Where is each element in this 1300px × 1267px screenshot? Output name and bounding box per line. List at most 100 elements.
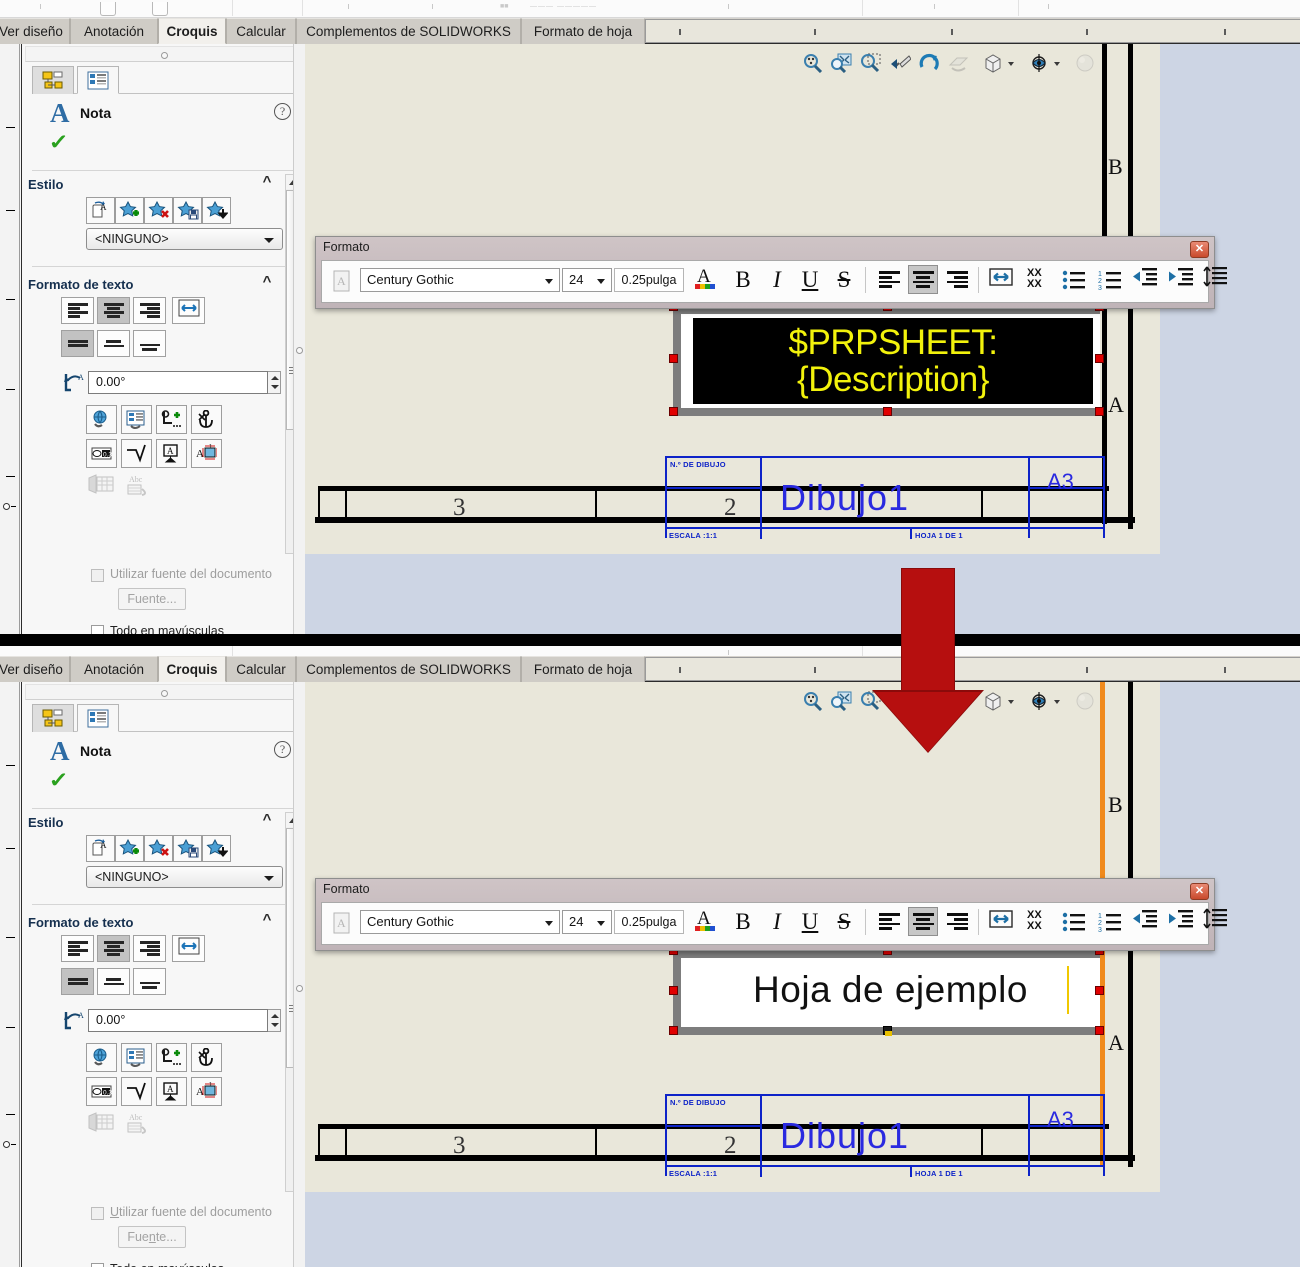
font-color-button-top[interactable]: A	[692, 265, 722, 294]
tab-calcular[interactable]: Calcular	[226, 18, 296, 44]
chevron-down-icon-display[interactable]	[1054, 62, 1060, 66]
tab-anotacion-b[interactable]: Anotación	[70, 656, 158, 682]
tab-anotacion[interactable]: Anotación	[70, 18, 158, 44]
note-handle-ml-b[interactable]	[669, 986, 678, 995]
decrease-indent-button-top[interactable]	[1130, 265, 1160, 294]
chevron-down-icon-view[interactable]	[1008, 62, 1014, 66]
format-toolbar-window-top[interactable]: Formato ✕ A Century Gothic 24 0.25pulga …	[315, 236, 1227, 309]
tab-formato-hoja[interactable]: Formato de hoja	[521, 18, 645, 44]
question-mark-icon[interactable]: ?	[274, 103, 291, 120]
align-right-button[interactable]	[133, 297, 166, 324]
lock-note-button[interactable]	[191, 405, 222, 434]
geometric-tolerance-button-b[interactable]: A1	[191, 1077, 222, 1106]
close-x-icon-bottom[interactable]: ✕	[1190, 883, 1209, 900]
bold-button-top[interactable]: B	[728, 265, 758, 294]
insert-hyperlink-button[interactable]	[86, 405, 117, 434]
align-center-button-bottom[interactable]	[908, 907, 938, 936]
align-middle-button[interactable]	[97, 330, 130, 357]
ribbon-glyph-b[interactable]	[152, 2, 168, 16]
property-manager-tab[interactable]	[77, 66, 119, 94]
bullet-list-button-top[interactable]	[1058, 265, 1088, 294]
collapse-formato-texto-icon[interactable]	[260, 277, 274, 289]
font-family-select-bottom[interactable]: Century Gothic	[360, 910, 560, 934]
note-edit-box-bottom[interactable]: Hoja de ejemplo	[669, 946, 1104, 1036]
stacked-text-button-bottom[interactable]: XX XX	[1022, 907, 1052, 936]
font-button-b[interactable]: Fuente...	[118, 1226, 186, 1248]
magnifier-arrows-icon-b[interactable]	[829, 688, 855, 714]
angle-input-b[interactable]: 0.00°	[88, 1009, 268, 1032]
sphere-icon-b[interactable]	[1072, 688, 1098, 714]
align-bottom-button-b[interactable]	[133, 968, 166, 995]
green-check-icon[interactable]: ✓	[49, 132, 69, 153]
font-height-field-bottom[interactable]: 0.25pulga	[614, 910, 684, 934]
geometric-tolerance-button[interactable]: A1	[191, 439, 222, 468]
italic-button-top[interactable]: I	[762, 265, 792, 294]
delete-style-button[interactable]	[144, 197, 173, 224]
note-edit-box-top[interactable]: $PRPSHEET:{Description}	[669, 302, 1104, 416]
splitter-handle-dot[interactable]	[296, 347, 303, 354]
property-manager-tab-b[interactable]	[77, 704, 119, 732]
add-style-button-b[interactable]	[115, 835, 144, 862]
note-handle-bc[interactable]	[883, 407, 892, 416]
align-top-button-b[interactable]	[61, 968, 94, 995]
surface-finish-button-b[interactable]	[121, 1077, 152, 1106]
chevron-down-icon-display-b[interactable]	[1054, 700, 1060, 704]
align-bottom-button[interactable]	[133, 330, 166, 357]
decrease-indent-button-bottom[interactable]	[1130, 907, 1160, 936]
align-right-button-bottom[interactable]	[942, 907, 972, 936]
sphere-icon[interactable]	[1072, 50, 1098, 76]
panel-pin-icon[interactable]	[160, 52, 168, 59]
add-symbol-button-b[interactable]	[156, 1043, 187, 1072]
surface-finish-button[interactable]	[121, 439, 152, 468]
all-uppercase-checkbox-b[interactable]	[91, 1263, 104, 1267]
increase-indent-button-top[interactable]	[1166, 265, 1196, 294]
all-uppercase-checkbox[interactable]	[91, 625, 104, 634]
tab-croquis-b[interactable]: Croquis	[158, 656, 226, 682]
font-family-select-top[interactable]: Century Gothic	[360, 268, 560, 292]
align-middle-button-b[interactable]	[97, 968, 130, 995]
format-toolbar-window-bottom[interactable]: Formato ✕ A Century Gothic 24 0.25pulga …	[315, 878, 1227, 951]
increase-indent-button-bottom[interactable]	[1166, 907, 1196, 936]
line-spacing-button-bottom[interactable]	[1200, 907, 1230, 936]
datum-feature-button-b[interactable]: A	[156, 1077, 187, 1106]
eye-icon[interactable]	[1026, 50, 1052, 76]
note-handle-bl-b[interactable]	[669, 1026, 678, 1035]
panel-splitter-bottom[interactable]	[293, 682, 305, 1267]
add-symbol-button[interactable]	[156, 405, 187, 434]
angle-stepper[interactable]	[268, 371, 281, 394]
lock-note-button-b[interactable]	[191, 1043, 222, 1072]
collapse-estilo-icon[interactable]	[260, 177, 274, 189]
insert-shape-button[interactable]: 0.3	[86, 439, 117, 468]
feature-manager-tab[interactable]	[32, 66, 74, 94]
collapse-estilo-icon-b[interactable]	[260, 815, 274, 827]
note-handle-mr[interactable]	[1095, 354, 1104, 363]
fit-width-button[interactable]	[172, 297, 205, 324]
splitter-handle-dot-b[interactable]	[296, 985, 303, 992]
underline-button-bottom[interactable]: U	[795, 907, 825, 936]
font-size-select-top[interactable]: 24	[562, 268, 612, 292]
add-style-button[interactable]	[115, 197, 144, 224]
link-to-property-button-b[interactable]	[121, 1043, 152, 1072]
apply-style-button[interactable]: A	[86, 197, 115, 224]
tree-node-dot[interactable]	[3, 503, 10, 510]
tab-complementos[interactable]: Complementos de SOLIDWORKS	[296, 18, 521, 44]
note-text-top[interactable]: $PRPSHEET:{Description}	[693, 324, 1093, 398]
underline-button-top[interactable]: U	[795, 265, 825, 294]
eye-icon-b[interactable]	[1026, 688, 1052, 714]
line-spacing-button-top[interactable]	[1200, 265, 1230, 294]
fit-text-button-bottom[interactable]	[986, 907, 1016, 936]
strikethrough-button-bottom[interactable]: S	[829, 907, 859, 936]
align-center-button-b[interactable]	[97, 935, 130, 962]
align-left-button-bottom[interactable]	[874, 907, 904, 936]
tab-complementos-b[interactable]: Complementos de SOLIDWORKS	[296, 656, 521, 682]
magnifier-dots-icon[interactable]	[800, 50, 826, 76]
strikethrough-button-top[interactable]: S	[829, 265, 859, 294]
numbered-list-button-bottom[interactable]: 123	[1094, 907, 1124, 936]
horizontal-ruler-top[interactable]	[645, 19, 1300, 43]
ribbon-glyph-a[interactable]	[100, 2, 116, 16]
numbered-list-button-top[interactable]: 123	[1094, 265, 1124, 294]
fit-text-button-top[interactable]	[986, 265, 1016, 294]
note-handle-br[interactable]	[1095, 407, 1104, 416]
chevron-down-icon-view-b[interactable]	[1008, 700, 1014, 704]
save-style-button[interactable]	[173, 197, 202, 224]
